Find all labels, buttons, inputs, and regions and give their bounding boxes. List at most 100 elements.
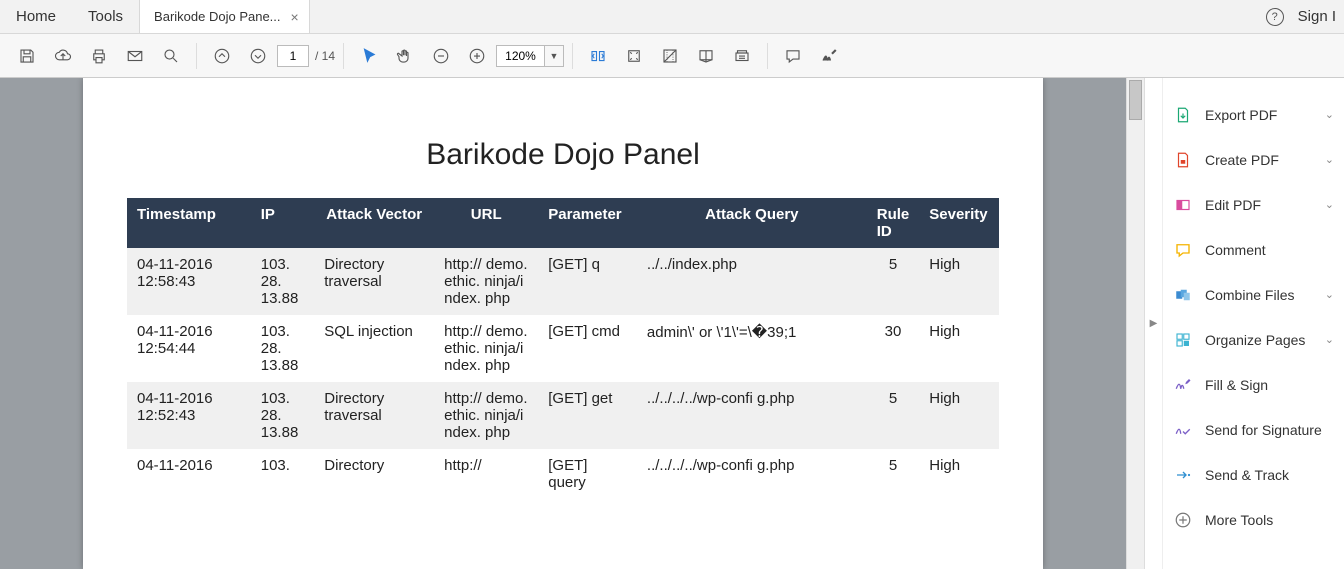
zoom-in-icon[interactable] [460, 39, 494, 73]
page-current-input[interactable] [277, 45, 309, 67]
table-cell: 30 [867, 315, 920, 382]
table-cell: 04-11-2016 12:52:43 [127, 382, 251, 449]
fill-sign-icon [1173, 375, 1193, 395]
more-tools-plus-icon [1173, 510, 1193, 530]
col-severity: Severity [919, 198, 999, 248]
panel-item-label: Comment [1205, 242, 1334, 258]
fit-width-icon[interactable] [581, 39, 615, 73]
sign-icon[interactable] [812, 39, 846, 73]
table-cell: http:// demo.ethic. ninja/index. php [434, 382, 538, 449]
print-icon[interactable] [82, 39, 116, 73]
table-cell: 5 [867, 382, 920, 449]
document-viewport[interactable]: Barikode Dojo Panel Timestamp IP Attack … [0, 78, 1126, 569]
panel-item[interactable]: Create PDF⌄ [1167, 137, 1340, 182]
col-timestamp: Timestamp [127, 198, 251, 248]
report-table: Timestamp IP Attack Vector URL Parameter… [127, 198, 999, 499]
table-row: 04-11-2016103.Directoryhttp://[GET] quer… [127, 449, 999, 499]
zoom-out-icon[interactable] [424, 39, 458, 73]
zoom-selector: ▼ [496, 45, 564, 67]
comment-panel-icon [1173, 240, 1193, 260]
table-cell: admin\' or \'1\'=\�39;1 [637, 315, 867, 382]
table-cell: Directory traversal [314, 248, 434, 315]
col-url: URL [434, 198, 538, 248]
table-cell: [GET] query [538, 449, 637, 499]
col-ip: IP [251, 198, 314, 248]
page-up-icon[interactable] [205, 39, 239, 73]
sign-in-button[interactable]: Sign I [1298, 8, 1336, 25]
table-row: 04-11-2016 12:52:43103. 28. 13.88Directo… [127, 382, 999, 449]
panel-item[interactable]: Comment [1167, 227, 1340, 272]
fit-page-icon[interactable] [617, 39, 651, 73]
save-icon[interactable] [10, 39, 44, 73]
table-cell: 04-11-2016 12:58:43 [127, 248, 251, 315]
table-cell: 103. 28. 13.88 [251, 315, 314, 382]
panel-item-label: Send & Track [1205, 467, 1334, 483]
more-tools-icon[interactable] [725, 39, 759, 73]
read-mode-icon[interactable] [689, 39, 723, 73]
table-cell: High [919, 449, 999, 499]
panel-item-label: Create PDF [1205, 152, 1325, 168]
table-cell: http:// demo.ethic. ninja/index. php [434, 248, 538, 315]
nav-home[interactable]: Home [0, 0, 72, 33]
panel-item[interactable]: Send & Track [1167, 452, 1340, 497]
table-cell: 103. 28. 13.88 [251, 382, 314, 449]
table-cell: SQL injection [314, 315, 434, 382]
document-tab-title: Barikode Dojo Pane... [154, 9, 280, 24]
panel-item-label: More Tools [1205, 512, 1334, 528]
send-signature-icon [1173, 420, 1193, 440]
col-rule: Rule ID [867, 198, 920, 248]
nav-tools[interactable]: Tools [72, 0, 139, 33]
top-nav: Home Tools Barikode Dojo Pane... × ? Sig… [0, 0, 1344, 34]
fullscreen-icon[interactable] [653, 39, 687, 73]
zoom-dropdown-icon[interactable]: ▼ [544, 45, 564, 67]
document-page: Barikode Dojo Panel Timestamp IP Attack … [83, 78, 1043, 569]
table-cell: 5 [867, 449, 920, 499]
chevron-down-icon: ⌄ [1325, 108, 1334, 121]
chevron-down-icon: ⌄ [1325, 198, 1334, 211]
toolbar: / 14 ▼ [0, 34, 1344, 78]
panel-item-label: Fill & Sign [1205, 377, 1334, 393]
table-cell: High [919, 248, 999, 315]
panel-item[interactable]: Combine Files⌄ [1167, 272, 1340, 317]
pointer-icon[interactable] [352, 39, 386, 73]
combine-files-icon [1173, 285, 1193, 305]
table-cell: Directory traversal [314, 382, 434, 449]
vertical-scrollbar[interactable] [1126, 78, 1144, 569]
table-cell: [GET] q [538, 248, 637, 315]
scrollbar-thumb[interactable] [1129, 80, 1142, 120]
panel-item-label: Edit PDF [1205, 197, 1325, 213]
table-row: 04-11-2016 12:54:44103. 28. 13.88SQL inj… [127, 315, 999, 382]
panel-item[interactable]: Fill & Sign [1167, 362, 1340, 407]
close-icon[interactable]: × [291, 9, 299, 25]
table-cell: [GET] cmd [538, 315, 637, 382]
cloud-icon[interactable] [46, 39, 80, 73]
table-cell: 103. [251, 449, 314, 499]
mail-icon[interactable] [118, 39, 152, 73]
chevron-down-icon: ⌄ [1325, 153, 1334, 166]
help-icon[interactable]: ? [1266, 8, 1284, 26]
panel-item[interactable]: Edit PDF⌄ [1167, 182, 1340, 227]
panel-item-label: Organize Pages [1205, 332, 1325, 348]
panel-collapse-icon[interactable]: ▶ [1145, 78, 1163, 569]
comment-icon[interactable] [776, 39, 810, 73]
chevron-down-icon: ⌄ [1325, 288, 1334, 301]
table-cell: High [919, 315, 999, 382]
panel-item[interactable]: Organize Pages⌄ [1167, 317, 1340, 362]
table-cell: 04-11-2016 [127, 449, 251, 499]
panel-item[interactable]: Send for Signature [1167, 407, 1340, 452]
chevron-down-icon: ⌄ [1325, 333, 1334, 346]
hand-icon[interactable] [388, 39, 422, 73]
tools-panel: ▶ Export PDF⌄Create PDF⌄Edit PDF⌄Comment… [1144, 78, 1344, 569]
table-header-row: Timestamp IP Attack Vector URL Parameter… [127, 198, 999, 248]
table-cell: 103. 28. 13.88 [251, 248, 314, 315]
page-title: Barikode Dojo Panel [127, 138, 999, 172]
table-cell: 5 [867, 248, 920, 315]
document-tab[interactable]: Barikode Dojo Pane... × [139, 0, 310, 33]
send-track-icon [1173, 465, 1193, 485]
page-down-icon[interactable] [241, 39, 275, 73]
search-icon[interactable] [154, 39, 188, 73]
zoom-input[interactable] [496, 45, 544, 67]
panel-item[interactable]: Export PDF⌄ [1167, 92, 1340, 137]
panel-item[interactable]: More Tools [1167, 497, 1340, 542]
table-row: 04-11-2016 12:58:43103. 28. 13.88Directo… [127, 248, 999, 315]
